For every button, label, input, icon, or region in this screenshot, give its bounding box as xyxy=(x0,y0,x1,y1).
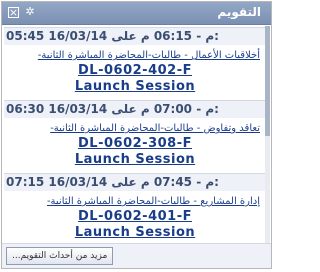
vertical-scrollbar[interactable] xyxy=(265,26,270,244)
widget-title: التقويم xyxy=(217,5,261,19)
event-header: 05:45 م - 06:15 م على 16/03/14: xyxy=(4,28,266,45)
calendar-event: 05:45 م - 06:15 م على 16/03/14: أخلاقيات… xyxy=(4,27,266,98)
event-header: 06:30 م - 07:00 م على 16/03/14: xyxy=(4,101,266,118)
event-time: 06:30 م - 07:00 م على 16/03/14: xyxy=(6,102,219,116)
widget-footer: مزيد من أحداث التقويم... xyxy=(2,243,271,268)
event-title-link[interactable]: إدارة المشاريع - طالبات-المحاضرة المباشر… xyxy=(10,196,260,208)
calendar-event: 07:15 م - 07:45 م على 16/03/14: إدارة ال… xyxy=(4,173,266,244)
calendar-widget: × ✲ التقويم 05:45 م - 06:15 م على 16/03/… xyxy=(1,1,272,269)
event-code-link[interactable]: DL-0602-308-F xyxy=(4,136,266,151)
event-time: 05:45 م - 06:15 م على 16/03/14: xyxy=(6,29,219,43)
event-code-link[interactable]: DL-0602-402-F xyxy=(4,63,266,78)
event-session-link[interactable]: Launch Session xyxy=(4,79,266,94)
title-bar: × ✲ التقويم xyxy=(2,2,271,25)
event-time: 07:15 م - 07:45 م على 16/03/14: xyxy=(6,175,219,189)
scrollbar-thumb[interactable] xyxy=(265,26,270,136)
event-header: 07:15 م - 07:45 م على 16/03/14: xyxy=(4,174,266,191)
calendar-event: 06:30 م - 07:00 م على 16/03/14: تعاقد وت… xyxy=(4,100,266,171)
event-session-link[interactable]: Launch Session xyxy=(4,152,266,167)
event-title-link[interactable]: تعاقد وتفاوض - طالبات-المحاضرة المباشرة … xyxy=(10,123,260,135)
event-session-link[interactable]: Launch Session xyxy=(4,225,266,240)
more-events-button[interactable]: مزيد من أحداث التقويم... xyxy=(6,247,114,265)
close-icon[interactable]: × xyxy=(8,6,19,18)
event-title-link[interactable]: أخلاقيات الأعمال - طالبات-المحاضرة المبا… xyxy=(10,50,260,62)
event-list[interactable]: 05:45 م - 06:15 م على 16/03/14: أخلاقيات… xyxy=(4,27,266,245)
gear-icon[interactable]: ✲ xyxy=(24,6,36,18)
event-code-link[interactable]: DL-0602-401-F xyxy=(4,209,266,224)
